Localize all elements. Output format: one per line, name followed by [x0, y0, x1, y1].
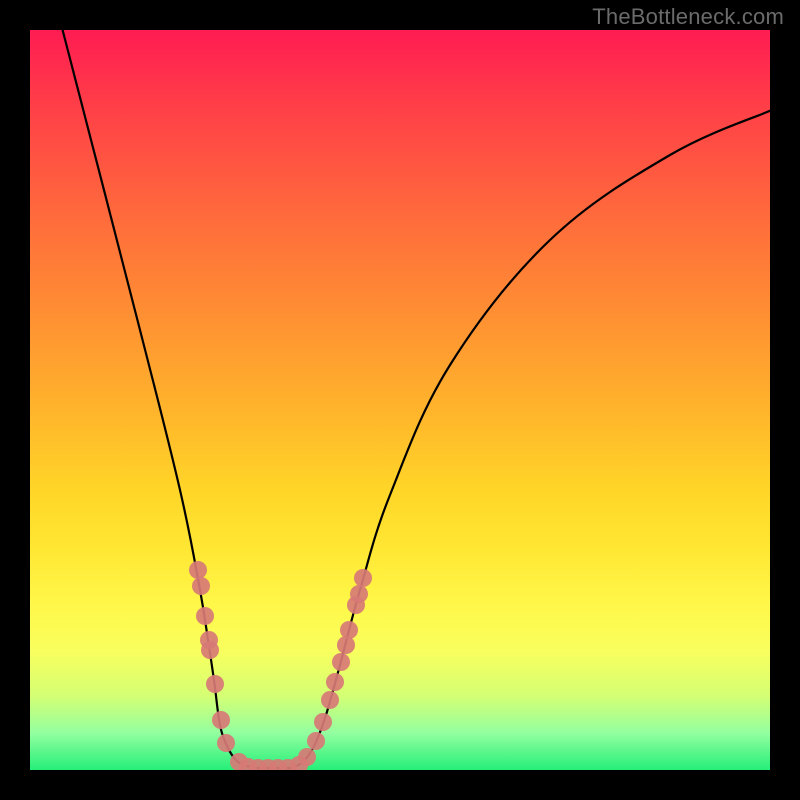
- highlight-dot: [217, 734, 235, 752]
- highlight-dot: [340, 621, 358, 639]
- highlight-dot: [212, 711, 230, 729]
- curve-left-branch: [60, 30, 255, 768]
- highlight-dot: [350, 585, 368, 603]
- highlight-dot: [196, 607, 214, 625]
- site-watermark: TheBottleneck.com: [592, 4, 784, 30]
- highlight-dot: [354, 569, 372, 587]
- highlight-dot: [326, 673, 344, 691]
- highlight-dot: [321, 691, 339, 709]
- chart-stage: TheBottleneck.com: [0, 0, 800, 800]
- highlight-dot: [307, 732, 325, 750]
- highlight-dot: [337, 636, 355, 654]
- highlight-dot: [332, 653, 350, 671]
- highlight-dot: [206, 675, 224, 693]
- plot-area: [30, 30, 770, 770]
- curve-layer: [30, 30, 770, 770]
- curve-right-branch: [292, 110, 770, 768]
- highlight-dots-group: [189, 561, 372, 770]
- highlight-dot: [201, 641, 219, 659]
- highlight-dot: [298, 748, 316, 766]
- highlight-dot: [192, 577, 210, 595]
- highlight-dot: [314, 713, 332, 731]
- highlight-dot: [189, 561, 207, 579]
